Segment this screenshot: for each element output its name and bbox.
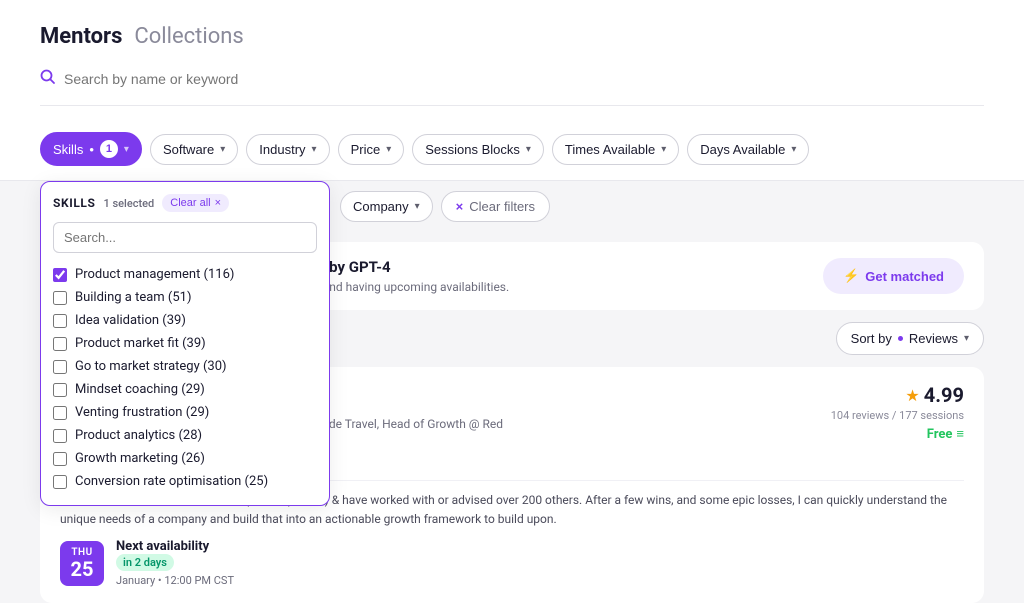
skills-filter-button[interactable]: Skills • 1 ▾ xyxy=(40,132,142,166)
software-filter-button[interactable]: Software ▾ xyxy=(150,134,238,165)
skill-checkbox[interactable] xyxy=(53,337,67,351)
times-available-filter-button[interactable]: Times Available ▾ xyxy=(552,134,679,165)
company-filter-button[interactable]: Company ▾ xyxy=(340,191,433,222)
skill-list-item[interactable]: Product management (116) xyxy=(53,263,317,286)
skills-selected-count: 1 selected xyxy=(104,197,155,210)
mentor-rating-block: ★ 4.99 104 reviews / 177 sessions Free ≡ xyxy=(831,383,964,442)
industry-chevron-icon: ▾ xyxy=(312,144,317,155)
company-label: Company xyxy=(353,199,409,214)
lightning-icon: ⚡ xyxy=(843,268,859,284)
skill-checkbox[interactable] xyxy=(53,291,67,305)
skill-list-item[interactable]: Go to market strategy (30) xyxy=(53,355,317,378)
skills-dropdown-panel: SKILLS 1 selected Clear all × Product ma… xyxy=(40,181,330,506)
skill-label: Idea validation (39) xyxy=(75,313,186,328)
skill-list-item[interactable]: Idea validation (39) xyxy=(53,309,317,332)
calendar-block: THU 25 xyxy=(60,541,104,586)
skill-list-item[interactable]: Product analytics (28) xyxy=(53,424,317,447)
software-chevron-icon: ▾ xyxy=(220,144,225,155)
reviews-text: 104 reviews / 177 sessions xyxy=(831,409,964,422)
skill-label: Product management (116) xyxy=(75,267,234,282)
skills-count-badge: 1 xyxy=(100,140,118,158)
clear-filters-button[interactable]: × Clear filters xyxy=(441,191,550,222)
sort-button[interactable]: Sort by Reviews ▾ xyxy=(836,322,984,355)
nav-collections[interactable]: Collections xyxy=(134,24,243,49)
skill-list-item[interactable]: Mindset coaching (29) xyxy=(53,378,317,401)
skill-label: Product analytics (28) xyxy=(75,428,202,443)
sessions-blocks-label: Sessions Blocks xyxy=(425,142,520,157)
industry-filter-button[interactable]: Industry ▾ xyxy=(246,134,329,165)
company-chevron-icon: ▾ xyxy=(415,201,420,212)
sort-dot-icon xyxy=(898,336,903,341)
rating-value: 4.99 xyxy=(924,383,964,407)
search-icon xyxy=(40,69,56,89)
skill-checkbox[interactable] xyxy=(53,406,67,420)
skill-label: Growth marketing (26) xyxy=(75,451,205,466)
next-availability: THU 25 Next availability in 2 days Janua… xyxy=(60,539,964,587)
header-nav: Mentors Collections xyxy=(40,24,984,49)
free-badge: Free ≡ xyxy=(831,426,964,442)
days-available-chevron-icon: ▾ xyxy=(791,144,796,155)
calendar-day-name: THU xyxy=(70,547,94,558)
get-matched-label: Get matched xyxy=(865,269,944,284)
price-value: Free xyxy=(927,427,953,442)
skills-dot: • xyxy=(89,142,94,157)
skill-list-item[interactable]: Growth marketing (26) xyxy=(53,447,317,470)
skill-checkbox[interactable] xyxy=(53,452,67,466)
skill-label: Product market fit (39) xyxy=(75,336,206,351)
sort-label: Sort by xyxy=(851,331,892,346)
skills-search-input[interactable] xyxy=(53,222,317,253)
clear-filters-label: Clear filters xyxy=(469,199,535,214)
skill-label: Conversion rate optimisation (25) xyxy=(75,474,268,489)
times-available-chevron-icon: ▾ xyxy=(661,144,666,155)
times-available-label: Times Available xyxy=(565,142,655,157)
skills-panel-title: SKILLS xyxy=(53,196,96,210)
filter-bar: Skills • 1 ▾ Software ▾ Industry ▾ Price… xyxy=(0,118,1024,181)
skills-chevron-icon: ▾ xyxy=(124,144,129,155)
skill-list-item[interactable]: Building a team (51) xyxy=(53,286,317,309)
availability-date: January • 12:00 PM CST xyxy=(116,574,234,587)
skill-label: Venting frustration (29) xyxy=(75,405,209,420)
skill-checkbox[interactable] xyxy=(53,429,67,443)
availability-info: Next availability in 2 days January • 12… xyxy=(116,539,234,587)
search-input[interactable] xyxy=(64,71,364,87)
sessions-blocks-chevron-icon: ▾ xyxy=(526,144,531,155)
skill-list-item[interactable]: Venting frustration (29) xyxy=(53,401,317,424)
sort-value: Reviews xyxy=(909,331,958,346)
skills-label: Skills xyxy=(53,142,83,157)
price-chevron-icon: ▾ xyxy=(386,144,391,155)
skill-checkbox[interactable] xyxy=(53,475,67,489)
nav-mentors[interactable]: Mentors xyxy=(40,24,122,49)
skill-label: Mindset coaching (29) xyxy=(75,382,205,397)
skill-checkbox[interactable] xyxy=(53,360,67,374)
clear-all-x-icon: × xyxy=(215,197,221,209)
skill-checkbox[interactable] xyxy=(53,268,67,282)
days-available-filter-button[interactable]: Days Available ▾ xyxy=(687,134,809,165)
skill-label: Go to market strategy (30) xyxy=(75,359,227,374)
days-available-label: Days Available xyxy=(700,142,785,157)
skill-checkbox[interactable] xyxy=(53,314,67,328)
software-label: Software xyxy=(163,142,214,157)
skill-checkbox[interactable] xyxy=(53,383,67,397)
calendar-day-number: 25 xyxy=(70,558,94,580)
clear-all-label: Clear all xyxy=(170,197,210,209)
sort-chevron-icon: ▾ xyxy=(964,333,969,344)
next-availability-label: Next availability xyxy=(116,539,234,554)
skill-list-item[interactable]: Conversion rate optimisation (25) xyxy=(53,470,317,493)
price-filter-button[interactable]: Price ▾ xyxy=(338,134,405,165)
skill-list-item[interactable]: Product market fit (39) xyxy=(53,332,317,355)
price-label: Price xyxy=(351,142,381,157)
search-bar xyxy=(40,69,984,106)
skills-panel-header: SKILLS 1 selected Clear all × xyxy=(53,194,317,212)
star-icon: ★ xyxy=(905,386,919,405)
industry-label: Industry xyxy=(259,142,305,157)
skills-list: Product management (116) Building a team … xyxy=(53,263,317,493)
clear-filters-x-icon: × xyxy=(456,199,464,214)
availability-in-badge: in 2 days xyxy=(116,554,174,571)
price-lines-icon: ≡ xyxy=(956,426,964,442)
get-matched-button[interactable]: ⚡ Get matched xyxy=(823,258,964,294)
skill-label: Building a team (51) xyxy=(75,290,192,305)
skills-panel-area: SKILLS 1 selected Clear all × Product ma… xyxy=(0,181,1024,603)
sessions-blocks-filter-button[interactable]: Sessions Blocks ▾ xyxy=(412,134,544,165)
clear-all-button[interactable]: Clear all × xyxy=(162,194,229,212)
